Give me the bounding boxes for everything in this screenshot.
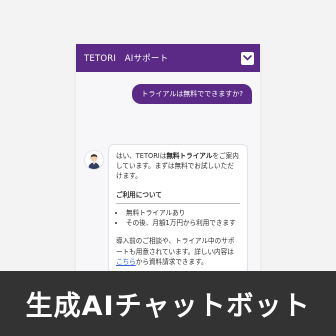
- bot-closing-prefix: 導入前のご相談や、トライアル中のサポートも用意されています。詳しい内容は: [116, 237, 235, 256]
- usage-section-title: ご利用について: [116, 190, 240, 204]
- chat-header: TETORI AIサポート: [76, 44, 260, 72]
- bot-message-bubble: はい、TETORIは無料トライアルをご案内しています。まずは無料でお試しいただけ…: [108, 144, 248, 274]
- user-message-bubble: トライアルは無料でできますか?: [132, 84, 252, 104]
- bot-closing: 導入前のご相談や、トライアル中のサポートも用意されています。詳しい内容はこちらか…: [116, 236, 240, 267]
- bot-intro: はい、TETORIは無料トライアルをご案内しています。まずは無料でお試しいただけ…: [116, 151, 240, 182]
- bot-closing-suffix: から資料請求できます。: [135, 257, 208, 266]
- chat-widget: TETORI AIサポート トライアルは無料でできますか? はい、TETORIは…: [76, 44, 260, 274]
- banner-text: 生成AIチャットボット: [25, 291, 311, 322]
- collapse-button[interactable]: [241, 51, 254, 65]
- bot-intro-prefix: はい、TETORIは: [116, 152, 167, 160]
- bot-avatar: [84, 150, 104, 170]
- chevron-down-icon: [243, 55, 252, 61]
- person-icon: [88, 154, 100, 169]
- usage-list-item: その後、月額1万円から利用できます: [126, 218, 240, 228]
- usage-list: 無料トライアルあり その後、月額1万円から利用できます: [116, 208, 240, 228]
- document-request-link[interactable]: こちら: [116, 258, 136, 266]
- usage-list-item: 無料トライアルあり: [126, 208, 240, 218]
- chat-body[interactable]: トライアルは無料でできますか? はい、TETORIは無料トライアルをご案内してい…: [76, 72, 260, 274]
- bot-intro-bold: 無料トライアル: [166, 152, 213, 160]
- promo-banner: 生成AIチャットボット: [0, 271, 336, 336]
- chat-title: TETORI AIサポート: [84, 54, 169, 64]
